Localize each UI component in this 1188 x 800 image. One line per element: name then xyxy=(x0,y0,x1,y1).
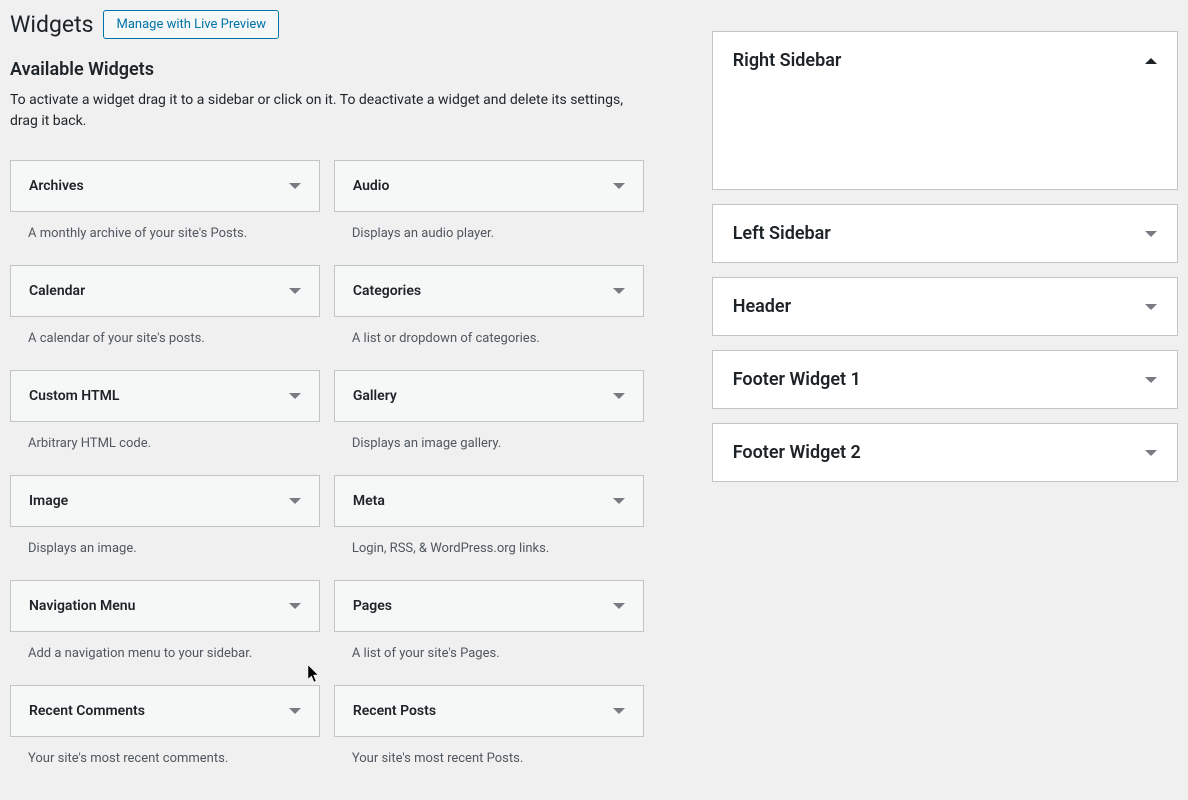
available-widgets-title: Available Widgets xyxy=(10,59,644,80)
sidebar-header-footer-widget-1[interactable]: Footer Widget 1 xyxy=(713,351,1177,408)
widget-categories: Categories A list or dropdown of categor… xyxy=(334,265,644,346)
sidebar-title: Footer Widget 1 xyxy=(733,369,861,390)
widget-description: A monthly archive of your site's Posts. xyxy=(10,212,320,241)
sidebar-area-header: Header xyxy=(712,277,1178,336)
widget-archives: Archives A monthly archive of your site'… xyxy=(10,160,320,241)
sidebar-header-header[interactable]: Header xyxy=(713,278,1177,335)
chevron-down-icon xyxy=(1145,450,1157,456)
sidebar-title: Header xyxy=(733,296,791,317)
sidebar-title: Right Sidebar xyxy=(733,50,842,71)
chevron-down-icon xyxy=(613,603,625,609)
chevron-down-icon xyxy=(1145,231,1157,237)
chevron-down-icon xyxy=(613,498,625,504)
widget-gallery: Gallery Displays an image gallery. xyxy=(334,370,644,451)
sidebar-header-footer-widget-2[interactable]: Footer Widget 2 xyxy=(713,424,1177,481)
widget-description: Your site's most recent Posts. xyxy=(334,737,644,766)
widget-header-gallery[interactable]: Gallery xyxy=(334,370,644,422)
widget-description: A list or dropdown of categories. xyxy=(334,317,644,346)
sidebar-area-footer-widget-2: Footer Widget 2 xyxy=(712,423,1178,482)
widget-header-pages[interactable]: Pages xyxy=(334,580,644,632)
sidebar-area-left-sidebar: Left Sidebar xyxy=(712,204,1178,263)
widget-calendar: Calendar A calendar of your site's posts… xyxy=(10,265,320,346)
widget-name: Navigation Menu xyxy=(29,598,135,614)
sidebar-title: Footer Widget 2 xyxy=(733,442,861,463)
widget-description: Displays an image. xyxy=(10,527,320,556)
widget-header-recent-comments[interactable]: Recent Comments xyxy=(10,685,320,737)
widget-description: Add a navigation menu to your sidebar. xyxy=(10,632,320,661)
chevron-down-icon xyxy=(289,708,301,714)
widget-pages: Pages A list of your site's Pages. xyxy=(334,580,644,661)
available-widgets-description: To activate a widget drag it to a sideba… xyxy=(10,90,644,132)
widget-custom-html: Custom HTML Arbitrary HTML code. xyxy=(10,370,320,451)
sidebar-area-footer-widget-1: Footer Widget 1 xyxy=(712,350,1178,409)
chevron-down-icon xyxy=(289,603,301,609)
chevron-down-icon xyxy=(289,183,301,189)
widget-name: Categories xyxy=(353,283,421,299)
manage-live-preview-button[interactable]: Manage with Live Preview xyxy=(103,10,279,39)
widget-header-categories[interactable]: Categories xyxy=(334,265,644,317)
page-title: Widgets xyxy=(10,11,93,38)
widget-header-audio[interactable]: Audio xyxy=(334,160,644,212)
widget-name: Custom HTML xyxy=(29,388,119,404)
sidebar-title: Left Sidebar xyxy=(733,223,831,244)
widget-name: Meta xyxy=(353,493,385,509)
available-widgets-panel: Available Widgets To activate a widget d… xyxy=(10,59,644,790)
widget-description: Your site's most recent comments. xyxy=(10,737,320,766)
widget-name: Pages xyxy=(353,598,392,614)
widget-description: Login, RSS, & WordPress.org links. xyxy=(334,527,644,556)
widget-header-meta[interactable]: Meta xyxy=(334,475,644,527)
widget-recent-posts: Recent Posts Your site's most recent Pos… xyxy=(334,685,644,766)
sidebar-area-right-sidebar: Right Sidebar xyxy=(712,31,1178,190)
widget-recent-comments: Recent Comments Your site's most recent … xyxy=(10,685,320,766)
widget-name: Recent Posts xyxy=(353,703,436,719)
chevron-down-icon xyxy=(613,288,625,294)
chevron-down-icon xyxy=(1145,304,1157,310)
widget-header-custom-html[interactable]: Custom HTML xyxy=(10,370,320,422)
widget-description: A calendar of your site's posts. xyxy=(10,317,320,346)
chevron-down-icon xyxy=(289,288,301,294)
chevron-down-icon xyxy=(613,393,625,399)
sidebar-header-left-sidebar[interactable]: Left Sidebar xyxy=(713,205,1177,262)
widget-name: Gallery xyxy=(353,388,397,404)
chevron-down-icon xyxy=(289,498,301,504)
widget-image: Image Displays an image. xyxy=(10,475,320,556)
widget-description: A list of your site's Pages. xyxy=(334,632,644,661)
chevron-down-icon xyxy=(289,393,301,399)
widget-name: Calendar xyxy=(29,283,85,299)
widget-description: Displays an audio player. xyxy=(334,212,644,241)
widget-name: Image xyxy=(29,493,68,509)
chevron-down-icon xyxy=(613,183,625,189)
chevron-up-icon xyxy=(1145,58,1157,64)
widget-description: Arbitrary HTML code. xyxy=(10,422,320,451)
widget-audio: Audio Displays an audio player. xyxy=(334,160,644,241)
chevron-down-icon xyxy=(1145,377,1157,383)
widget-header-navigation-menu[interactable]: Navigation Menu xyxy=(10,580,320,632)
widget-name: Audio xyxy=(353,178,390,194)
widget-name: Archives xyxy=(29,178,84,194)
widget-header-recent-posts[interactable]: Recent Posts xyxy=(334,685,644,737)
widget-header-archives[interactable]: Archives xyxy=(10,160,320,212)
widget-header-image[interactable]: Image xyxy=(10,475,320,527)
widget-description: Displays an image gallery. xyxy=(334,422,644,451)
widget-header-calendar[interactable]: Calendar xyxy=(10,265,320,317)
widget-meta: Meta Login, RSS, & WordPress.org links. xyxy=(334,475,644,556)
widget-navigation-menu: Navigation Menu Add a navigation menu to… xyxy=(10,580,320,661)
chevron-down-icon xyxy=(613,708,625,714)
sidebar-header-right-sidebar[interactable]: Right Sidebar xyxy=(713,32,1177,89)
sidebar-areas-panel: Right Sidebar Left Sidebar Header Footer… xyxy=(712,31,1178,790)
widget-name: Recent Comments xyxy=(29,703,145,719)
